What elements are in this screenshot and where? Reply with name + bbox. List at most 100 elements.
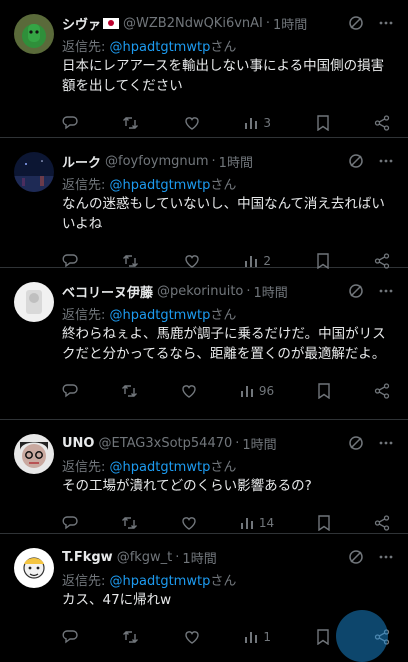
like-icon (182, 385, 196, 398)
reply-to-line: 返信先: @hpadtgtmwtpさん (62, 456, 396, 475)
like-button[interactable] (184, 629, 200, 645)
like-button[interactable] (184, 253, 200, 269)
user-handle[interactable]: @ETAG3xSotp54470 (99, 436, 233, 451)
avatar[interactable] (14, 14, 54, 54)
views-button[interactable]: 1 (244, 630, 271, 644)
bookmark-button[interactable] (317, 383, 331, 399)
reply-button[interactable] (62, 383, 78, 399)
reply-mention[interactable]: @hpadtgtmwtp (110, 460, 211, 475)
like-button[interactable] (181, 515, 197, 531)
bookmark-icon (316, 115, 329, 131)
reply-to-line: 返信先: @hpadtgtmwtpさん (62, 36, 396, 55)
like-button[interactable] (184, 115, 200, 131)
more-icon[interactable] (378, 283, 394, 303)
views-icon (245, 256, 258, 267)
display-name[interactable]: T.Fkgw (62, 550, 113, 565)
retweet-icon (123, 255, 139, 267)
reply-tweet[interactable]: ルーク @foyfoymgnum · 1時間 返信先: @hpadtgtmwtp… (0, 138, 408, 269)
display-name[interactable]: UNO (62, 436, 95, 451)
bookmark-button[interactable] (317, 515, 331, 531)
reply-prefix: 返信先: (62, 40, 106, 55)
reply-button[interactable] (62, 253, 78, 269)
reply-suffix: さん (210, 40, 237, 55)
share-button[interactable] (374, 515, 390, 531)
tweet-header: ルーク @foyfoymgnum · 1時間 (62, 151, 396, 171)
top-icons (348, 283, 394, 303)
reply-button[interactable] (62, 115, 78, 131)
views-button[interactable]: 14 (240, 516, 274, 530)
reply-tweet[interactable]: シヴァ @WZB2NdwQKi6vnAI · 1時間 返信先: @hpadtgt… (0, 0, 408, 138)
reply-mention[interactable]: @hpadtgtmwtp (110, 178, 211, 193)
reply-icon (62, 254, 78, 268)
reply-prefix: 返信先: (62, 178, 106, 193)
timestamp[interactable]: 1時間 (219, 152, 253, 171)
like-icon (182, 517, 196, 530)
more-icon[interactable] (378, 549, 394, 569)
more-icon[interactable] (378, 15, 394, 35)
views-button[interactable]: 2 (244, 254, 271, 268)
action-bar: 96 (62, 370, 396, 412)
timestamp[interactable]: 1時間 (254, 282, 288, 301)
tweet-text: なんの迷惑もしていないし、中国なんて消え去ればいいよね (62, 196, 385, 232)
avatar[interactable] (14, 152, 54, 192)
display-name[interactable]: ルーク (62, 152, 101, 171)
user-handle[interactable]: @fkgw_t (117, 550, 173, 565)
share-icon (374, 115, 390, 131)
views-icon (240, 386, 253, 397)
views-icon (240, 518, 253, 529)
views-button[interactable]: 96 (240, 384, 274, 398)
like-button[interactable] (181, 383, 197, 399)
display-name[interactable]: シヴァ (62, 14, 101, 33)
avatar[interactable] (14, 282, 54, 322)
retweet-button[interactable] (122, 115, 139, 131)
separator: · (235, 435, 240, 451)
top-icons (348, 549, 394, 569)
user-handle[interactable]: @foyfoymgnum (105, 154, 209, 169)
bookmark-button[interactable] (316, 253, 330, 269)
reply-button[interactable] (62, 629, 78, 645)
reply-mention[interactable]: @hpadtgtmwtp (110, 574, 211, 589)
share-button[interactable] (374, 115, 390, 131)
compose-button[interactable] (336, 610, 388, 662)
bookmark-button[interactable] (316, 115, 330, 131)
japan-flag-icon (103, 17, 120, 29)
retweet-button[interactable] (121, 383, 138, 399)
reply-suffix: さん (210, 308, 237, 323)
retweet-button[interactable] (121, 515, 138, 531)
reply-tweet[interactable]: ベコリーヌ伊藤 @pekorinuito · 1時間 返信先: @hpadtgt… (0, 268, 408, 420)
display-name[interactable]: ベコリーヌ伊藤 (62, 282, 153, 301)
share-button[interactable] (374, 253, 390, 269)
grok-icon[interactable] (348, 153, 364, 173)
share-icon (374, 383, 390, 399)
timestamp[interactable]: 1時間 (273, 14, 307, 33)
user-handle[interactable]: @pekorinuito (157, 284, 243, 299)
reply-icon (62, 116, 78, 130)
grok-icon[interactable] (348, 15, 364, 35)
grok-icon[interactable] (348, 435, 364, 455)
retweet-button[interactable] (122, 629, 139, 645)
views-button[interactable]: 3 (244, 116, 271, 130)
share-icon (374, 515, 390, 531)
timestamp[interactable]: 1時間 (182, 548, 216, 567)
grok-icon[interactable] (348, 549, 364, 569)
reply-prefix: 返信先: (62, 460, 106, 475)
share-button[interactable] (374, 383, 390, 399)
bookmark-button[interactable] (316, 629, 330, 645)
reply-button[interactable] (62, 515, 78, 531)
more-icon[interactable] (378, 153, 394, 173)
avatar[interactable] (14, 548, 54, 588)
avatar[interactable] (14, 434, 54, 474)
like-icon (185, 117, 199, 130)
bookmark-icon (316, 629, 329, 645)
reply-mention[interactable]: @hpadtgtmwtp (110, 40, 211, 55)
more-icon[interactable] (378, 435, 394, 455)
grok-icon[interactable] (348, 283, 364, 303)
user-handle[interactable]: @WZB2NdwQKi6vnAI (123, 16, 263, 31)
retweet-button[interactable] (122, 253, 139, 269)
reply-tweet[interactable]: UNO @ETAG3xSotp54470 · 1時間 返信先: @hpadtgt… (0, 420, 408, 534)
retweet-icon (121, 517, 137, 529)
timestamp[interactable]: 1時間 (242, 434, 276, 453)
tweet-header: ベコリーヌ伊藤 @pekorinuito · 1時間 (62, 281, 396, 301)
share-icon (374, 253, 390, 269)
reply-mention[interactable]: @hpadtgtmwtp (110, 308, 211, 323)
